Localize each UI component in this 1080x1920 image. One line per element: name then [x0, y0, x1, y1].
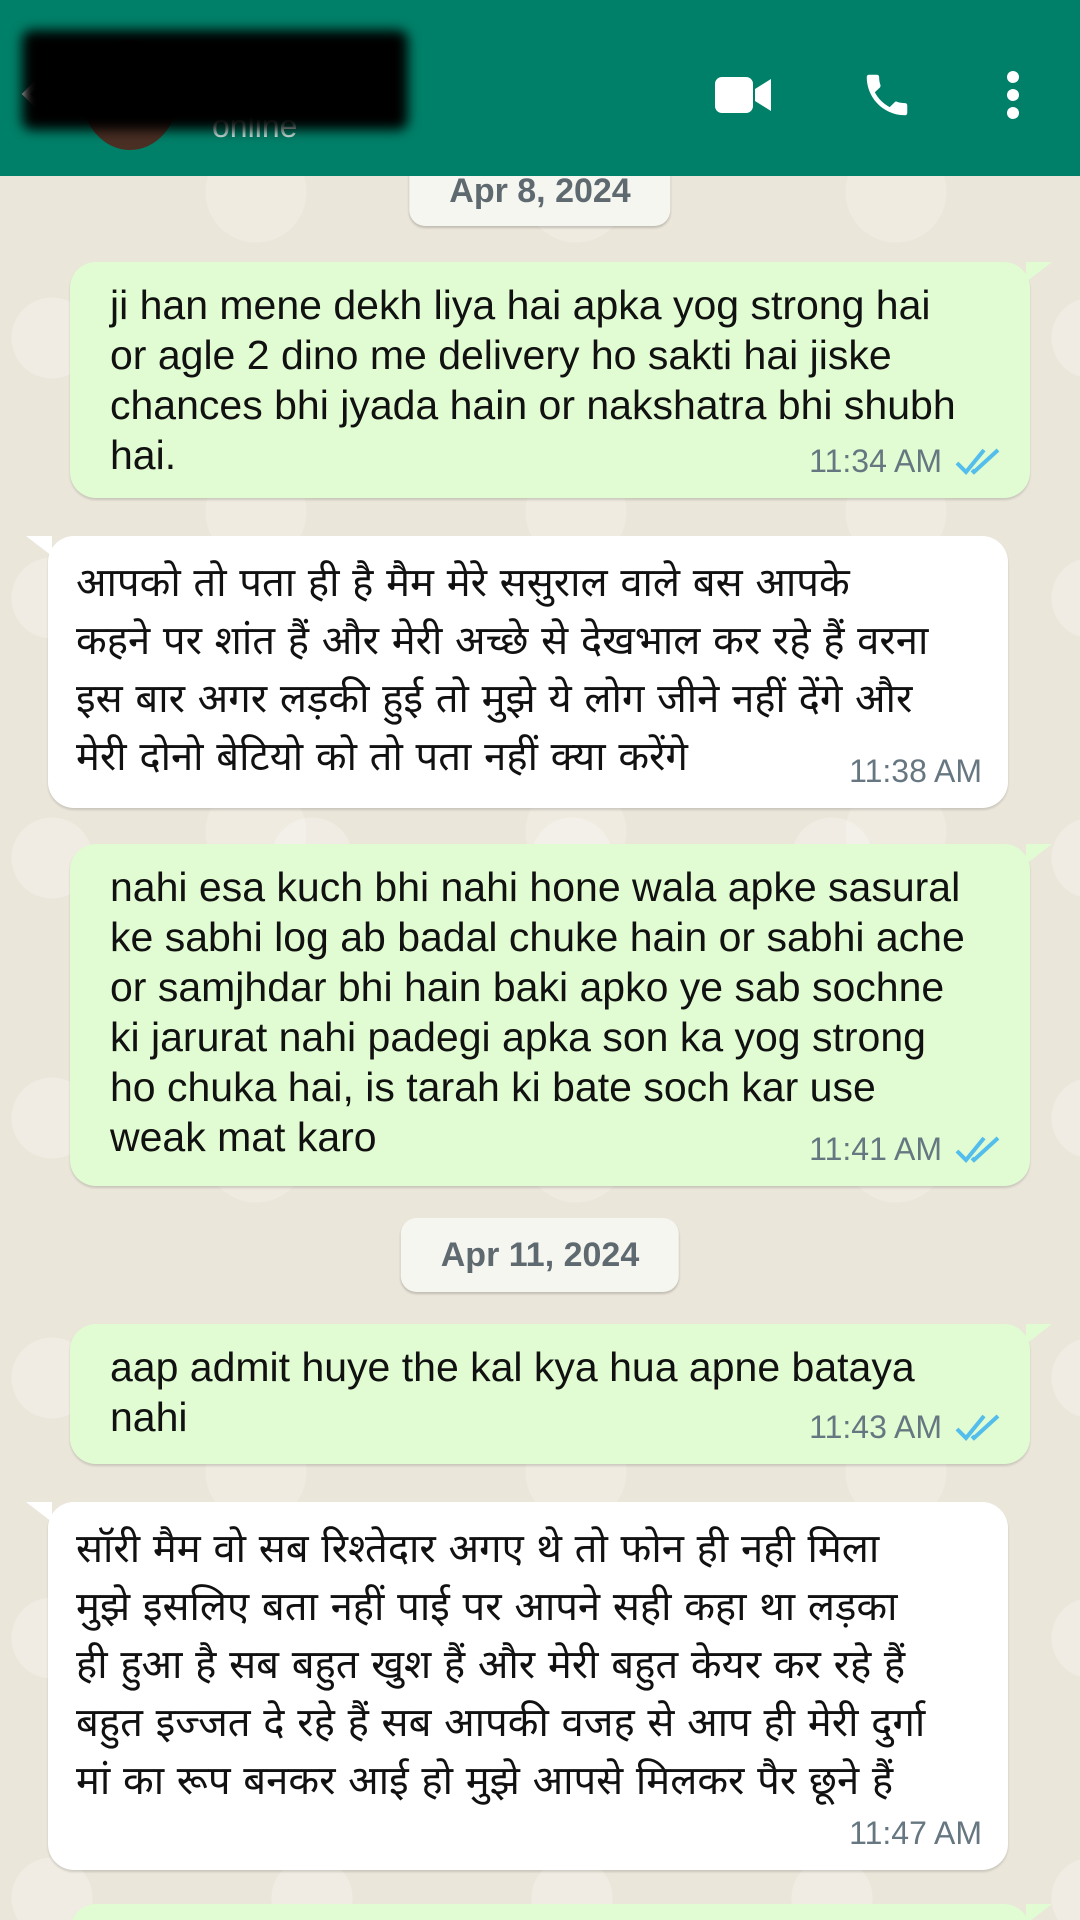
message-meta: 11:38 AM	[849, 746, 982, 796]
message-time: 11:43 AM	[809, 1409, 942, 1445]
more-options-icon[interactable]	[978, 60, 1048, 130]
message-text: सॉरी मैम वो सब रिश्तेदार अगए थे तो फोन ह…	[76, 1526, 926, 1804]
double-tick-read-icon	[955, 448, 1000, 475]
message-meta: 11:43 AM	[809, 1402, 1004, 1452]
outgoing-message[interactable]: nahi esa kuch bhi nahi hone wala apke sa…	[70, 844, 1052, 1186]
message-time: 11:38 AM	[849, 753, 982, 789]
message-time: 11:47 AM	[849, 1815, 982, 1851]
video-call-icon[interactable]	[708, 60, 778, 130]
message-meta: 11:41 AM	[809, 1124, 1004, 1174]
message-time: 11:41 AM	[809, 1131, 942, 1167]
message-time: 11:34 AM	[809, 443, 942, 479]
outgoing-message[interactable]: aap admit huye the kal kya hua apne bata…	[70, 1324, 1052, 1464]
chat-header: online	[0, 0, 1080, 176]
double-tick-read-icon	[955, 1136, 1000, 1163]
message-text: nahi esa kuch bhi nahi hone wala apke sa…	[110, 864, 965, 1160]
date-separator: Apr 11, 2024	[400, 1218, 680, 1292]
message-meta: 11:34 AM	[809, 436, 1004, 486]
voice-call-icon[interactable]	[852, 60, 922, 130]
redacted-contact-name	[22, 30, 408, 130]
outgoing-message[interactable]: ji han mene dekh liya hai apka yog stron…	[70, 262, 1052, 498]
incoming-message[interactable]: आपको तो पता ही है मैम मेरे ससुराल वाले ब…	[26, 536, 1008, 808]
double-tick-read-icon	[955, 1414, 1000, 1441]
message-text: आपको तो पता ही है मैम मेरे ससुराल वाले ब…	[76, 560, 929, 780]
incoming-message[interactable]: सॉरी मैम वो सब रिश्तेदार अगए थे तो फोन ह…	[26, 1502, 1008, 1870]
message-meta: 11:47 AM	[849, 1808, 982, 1858]
outgoing-message-partial[interactable]	[70, 1904, 1052, 1920]
